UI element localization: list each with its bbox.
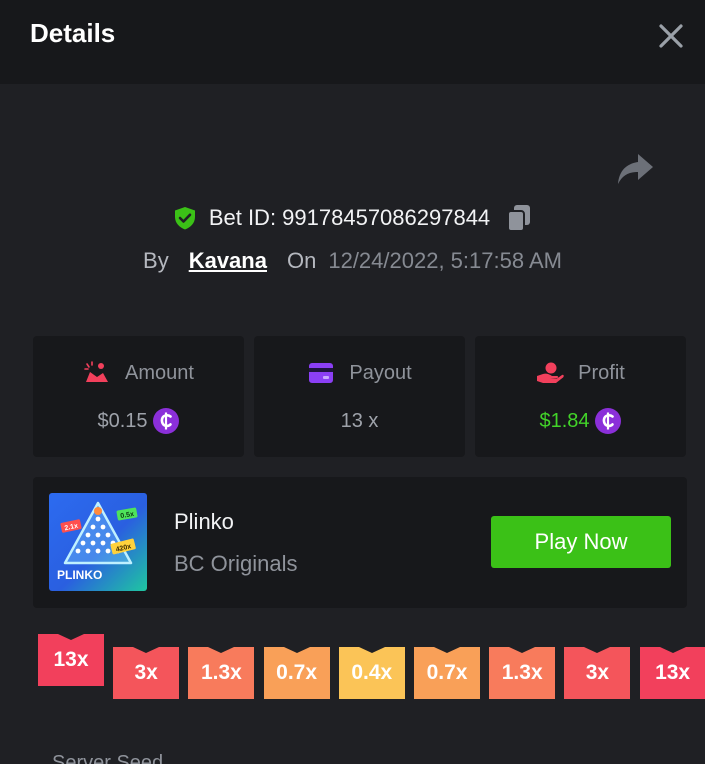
profit-value: $1.84 (539, 409, 590, 432)
amount-card: Amount $0.15 (33, 336, 244, 457)
multiplier-strip: 13x 3x 1.3x 0.7x 0.4x 0.7x 1.3x 3x 13x (0, 630, 705, 710)
game-card: 2.1x 0.5x 420x PLINKO Plinko BC Original… (33, 477, 687, 608)
page-title: Details (30, 18, 116, 48)
multiplier-value: 1.3x (200, 661, 242, 684)
play-now-button[interactable]: Play Now (491, 516, 671, 568)
bet-meta-row: By Kavana On 12/24/2022, 5:17:58 AM (0, 246, 705, 276)
shield-check-icon (174, 207, 195, 230)
share-arrow-icon[interactable] (616, 152, 654, 186)
details-header: Details (0, 0, 705, 84)
username-link[interactable]: Kavana (189, 248, 267, 274)
game-name: Plinko (174, 509, 234, 534)
multiplier-bucket: 1.3x (489, 647, 556, 699)
payout-value: 13 x (340, 409, 379, 432)
multiplier-value: 1.3x (501, 661, 543, 684)
multiplier-value: 0.4x (351, 661, 393, 684)
multiplier-bucket: 0.4x (338, 647, 405, 699)
payout-label: Payout (349, 361, 412, 384)
amount-icon (84, 361, 109, 382)
multiplier-bucket: 1.3x (188, 647, 255, 699)
coin-icon (152, 408, 179, 434)
payout-card-icon (309, 363, 334, 383)
multiplier-value: 13x (53, 648, 89, 671)
server-seed-label: Server Seed (52, 752, 164, 764)
close-icon[interactable] (655, 20, 687, 52)
profit-hand-icon (537, 362, 564, 383)
bet-id-row: Bet ID: 99178457086297844 (0, 202, 705, 234)
multiplier-bucket: 0.7x (414, 647, 480, 699)
by-label: By (143, 248, 169, 273)
coin-icon (594, 408, 621, 434)
on-label: On (286, 248, 317, 273)
multiplier-value: 3x (585, 661, 610, 684)
bet-datetime: 12/24/2022, 5:17:58 AM (328, 248, 562, 273)
game-provider: BC Originals (174, 551, 298, 576)
amount-label: Amount (125, 361, 194, 384)
payout-card: Payout 13 x (254, 336, 465, 457)
bet-id-text: Bet ID: 99178457086297844 (208, 205, 491, 230)
profit-card: Profit $1.84 (475, 336, 686, 457)
multiplier-value: 3x (134, 661, 158, 684)
copy-icon[interactable] (506, 204, 532, 232)
multiplier-bucket: 3x (564, 647, 631, 699)
multiplier-value: 13x (655, 661, 691, 684)
plinko-thumbnail[interactable]: 2.1x 0.5x 420x PLINKO (49, 493, 147, 591)
multiplier-value: 0.7x (276, 661, 318, 684)
multiplier-bucket: 0.7x (263, 647, 330, 699)
multiplier-value: 0.7x (426, 661, 468, 684)
profit-label: Profit (578, 361, 625, 384)
thumb-title: PLINKO (57, 568, 102, 582)
multiplier-bucket: 3x (113, 647, 180, 699)
multiplier-bucket: 13x (639, 647, 705, 699)
multiplier-bucket: 13x (38, 634, 104, 686)
amount-value: $0.15 (97, 409, 148, 432)
